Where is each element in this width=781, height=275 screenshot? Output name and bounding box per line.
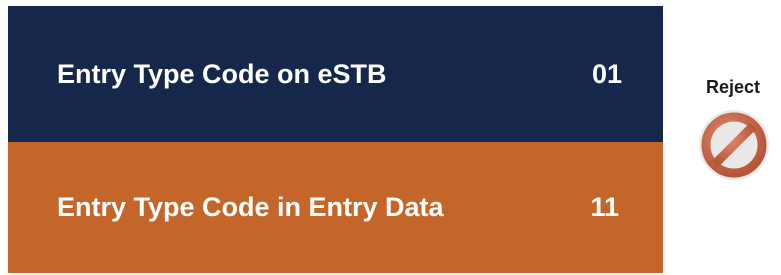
entry-data-code-label: Entry Type Code in Entry Data: [57, 192, 444, 222]
reject-label: Reject: [706, 77, 761, 97]
estb-code-panel: Entry Type Code on eSTB 01: [8, 6, 663, 142]
entry-data-code-value: 11: [590, 192, 619, 222]
estb-code-label: Entry Type Code on eSTB: [57, 58, 387, 89]
prohibition-icon: [699, 110, 769, 180]
estb-code-value: 01: [591, 58, 622, 89]
entry-data-code-panel: Entry Type Code in Entry Data 11: [8, 142, 663, 273]
reject-status: Reject: [697, 72, 781, 192]
